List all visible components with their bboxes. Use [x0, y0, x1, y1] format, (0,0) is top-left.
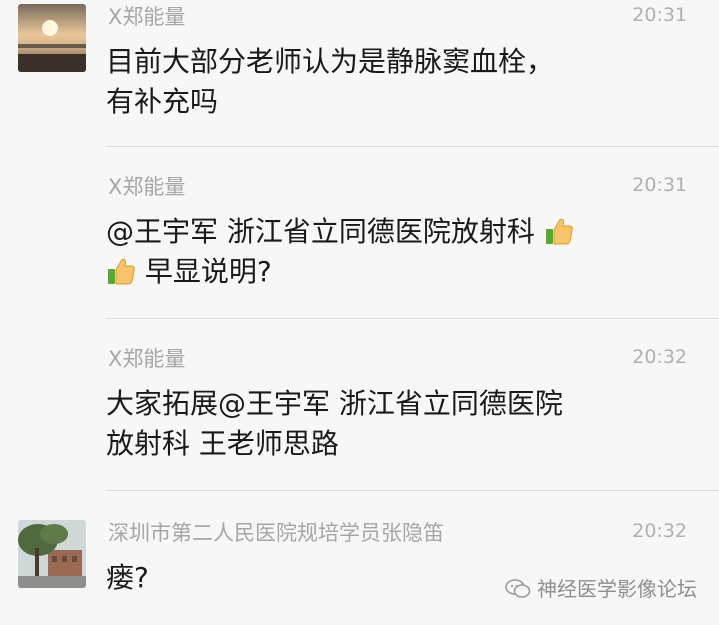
timestamp: 20:32 [632, 520, 687, 542]
thumbs-up-icon [545, 218, 573, 245]
avatar[interactable] [18, 4, 86, 72]
chat-message: X郑能量 20:32 大家拓展@王宇军 浙江省立同德医院 放射科 王老师思路 [0, 320, 719, 492]
timestamp: 20:31 [632, 4, 687, 26]
message-text-line: @王宇军 浙江省立同德医院放射科 [106, 215, 535, 248]
sender-name: X郑能量 [108, 347, 186, 371]
sender-name: X郑能量 [108, 5, 186, 29]
timestamp: 20:32 [632, 346, 687, 368]
sender-name: 深圳市第二人民医院规培学员张隐笛 [108, 521, 444, 545]
chat-message: X郑能量 20:31 目前大部分老师认为是静脉窦血栓， 有补充吗 [0, 0, 719, 148]
avatar[interactable] [18, 520, 86, 588]
sunset-avatar-icon [18, 4, 86, 72]
sender-name: X郑能量 [108, 175, 186, 199]
divider [106, 146, 719, 147]
message-text[interactable]: 目前大部分老师认为是静脉窦血栓， 有补充吗 [106, 42, 681, 122]
tree-building-avatar-icon [18, 520, 86, 588]
message-text-line: 早显说明? [144, 255, 272, 288]
chat-message: X郑能量 20:31 @王宇军 浙江省立同德医院放射科 早显说明? [0, 148, 719, 320]
timestamp: 20:31 [632, 174, 687, 196]
divider [106, 318, 719, 319]
wechat-icon [505, 579, 531, 598]
message-text[interactable]: @王宇军 浙江省立同德医院放射科 早显说明? [106, 212, 681, 292]
watermark: 神经医学影像论坛 [505, 577, 697, 601]
divider [106, 490, 719, 491]
watermark-label: 神经医学影像论坛 [537, 577, 697, 601]
message-text[interactable]: 大家拓展@王宇军 浙江省立同德医院 放射科 王老师思路 [106, 384, 681, 464]
chat-message: 深圳市第二人民医院规培学员张隐笛 20:32 瘘? [0, 492, 719, 625]
thumbs-up-icon [108, 258, 135, 285]
